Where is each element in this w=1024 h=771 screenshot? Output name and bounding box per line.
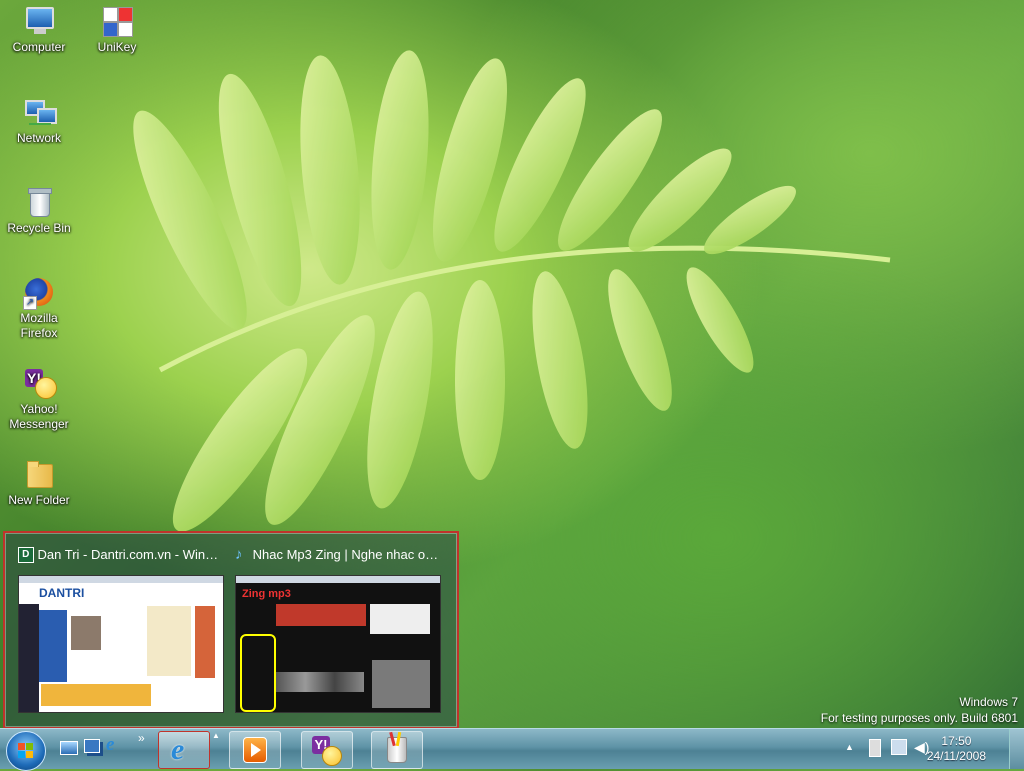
internet-explorer-icon: e (171, 733, 185, 766)
taskbar-button-yahoo-messenger[interactable]: Y! (301, 731, 353, 769)
desktop-icon-unikey[interactable]: UniKey (81, 5, 153, 55)
taskbar-thumbnail-preview: D Dan Tri - Dantri.com.vn - Windo... DAN… (3, 531, 459, 729)
desktop-icon-recycle-bin[interactable]: Recycle Bin (3, 186, 75, 236)
taskbar-button-internet-explorer[interactable]: e (158, 731, 210, 769)
yahoo-messenger-icon: Y! (312, 736, 342, 766)
thumbnail-title: Nhac Mp3 Zing | Nghe nhac onl... (252, 547, 441, 562)
internet-explorer-icon[interactable]: e (106, 735, 124, 755)
wallpaper-fern (133, 50, 891, 532)
desktop-icon-computer[interactable]: Computer (3, 5, 75, 55)
start-button[interactable] (6, 731, 46, 771)
computer-icon (23, 5, 55, 37)
thumbnail-zing-mp3[interactable]: ♪ Nhac Mp3 Zing | Nghe nhac onl... Zing … (235, 545, 441, 713)
thumbnail-title: Dan Tri - Dantri.com.vn - Windo... (37, 547, 224, 562)
switch-windows-icon[interactable] (84, 739, 100, 753)
system-clock[interactable]: 17:50 24/11/2008 (927, 734, 986, 764)
jumplist-arrow-icon[interactable]: ▲ (212, 731, 220, 740)
show-desktop-icon[interactable] (60, 741, 78, 755)
desktop-icon-firefox[interactable]: ↗ Mozilla Firefox (3, 276, 75, 341)
yahoo-messenger-icon: Y! (23, 367, 57, 399)
paint-icon (387, 731, 407, 763)
desktop-icon-network[interactable]: Network (3, 96, 75, 146)
network-status-icon[interactable] (891, 739, 907, 755)
folder-icon (23, 458, 55, 490)
windows-build-watermark: Windows 7 For testing purposes only. Bui… (820, 695, 1018, 725)
windows-logo-icon (18, 743, 34, 759)
dantri-icon: D (18, 547, 34, 563)
taskbar-button-paint[interactable] (371, 731, 423, 769)
taskbar: e » e ▲ Y! ▲ ◀) 17:50 24/11/2008 (0, 728, 1024, 771)
quicklaunch-overflow-button[interactable]: » (138, 731, 145, 745)
music-note-icon: ♪ (235, 546, 243, 563)
desktop-icon-yahoo-messenger[interactable]: Y! Yahoo! Messenger (3, 367, 75, 432)
action-center-icon[interactable] (869, 739, 881, 757)
thumbnail-image-zing: Zing mp3 (235, 575, 441, 713)
recycle-bin-icon (23, 186, 55, 218)
taskbar-button-media-player[interactable] (229, 731, 281, 769)
show-desktop-button[interactable] (1009, 729, 1024, 769)
unikey-icon (101, 5, 133, 37)
firefox-icon: ↗ (23, 276, 55, 310)
thumbnail-dantri[interactable]: D Dan Tri - Dantri.com.vn - Windo... DAN… (18, 545, 224, 713)
thumbnail-image-dantri: DANTRI (18, 575, 224, 713)
network-icon (23, 96, 57, 128)
media-player-icon (243, 737, 267, 763)
shortcut-arrow-icon: ↗ (23, 296, 37, 310)
desktop-icon-new-folder[interactable]: New Folder (3, 458, 75, 508)
tray-overflow-button[interactable]: ▲ (845, 742, 854, 752)
